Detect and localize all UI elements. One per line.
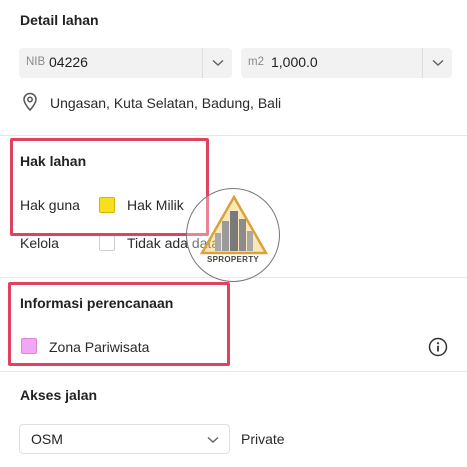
akses-status: Private (241, 431, 285, 447)
perencanaan-highlight (8, 282, 230, 366)
chevron-down-icon (211, 59, 224, 67)
hak-lahan-highlight (10, 138, 209, 236)
akses-jalan-select-value: OSM (31, 431, 63, 447)
area-prefix: m2 (248, 56, 264, 68)
location-text: Ungasan, Kuta Selatan, Badung, Bali (50, 95, 282, 111)
area-value: 1,000.0 (271, 54, 318, 70)
info-icon[interactable] (428, 337, 448, 357)
watermark-brand: SPROPERTY (206, 255, 260, 264)
building-logo-icon (200, 195, 268, 255)
detail-lahan-title: Detail lahan (20, 12, 99, 28)
chevron-down-icon (207, 436, 219, 444)
nib-dropdown-button[interactable] (202, 48, 232, 78)
divider (0, 135, 467, 136)
nib-field[interactable]: NIB 04226 (19, 48, 232, 78)
location-pin-icon (23, 92, 37, 112)
akses-jalan-title: Akses jalan (20, 387, 98, 403)
area-dropdown-button[interactable] (422, 48, 452, 78)
chevron-down-icon (431, 59, 444, 67)
area-field[interactable]: m2 1,000.0 (241, 48, 452, 78)
akses-jalan-select[interactable]: OSM (19, 424, 230, 454)
watermark-logo: SPROPERTY (186, 188, 280, 282)
nib-prefix: NIB (26, 56, 46, 68)
nib-value: 04226 (49, 54, 88, 70)
kelola-label: Kelola (20, 235, 59, 251)
divider (0, 371, 467, 372)
tidak-ada-data-swatch[interactable] (99, 235, 115, 251)
